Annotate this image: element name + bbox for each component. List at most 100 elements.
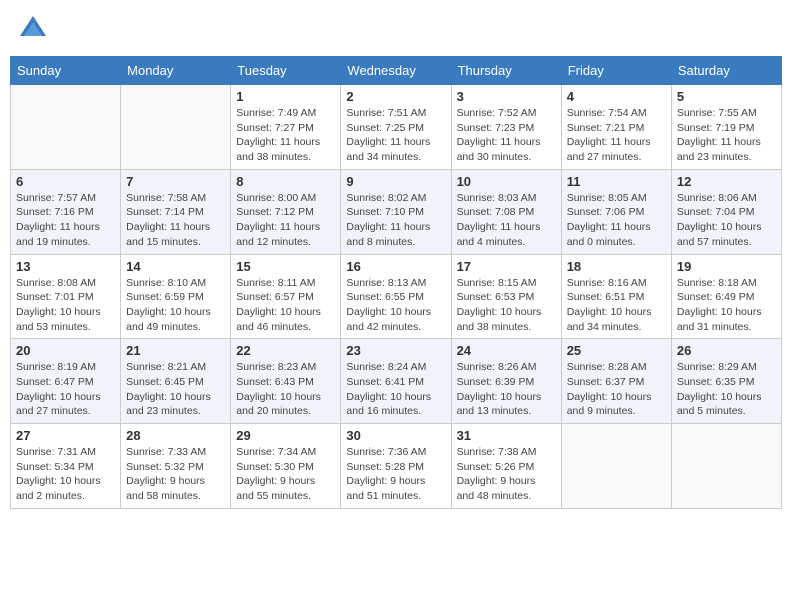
day-number: 22 [236, 343, 335, 358]
calendar-cell: 3Sunrise: 7:52 AM Sunset: 7:23 PM Daylig… [451, 85, 561, 170]
calendar-cell: 26Sunrise: 8:29 AM Sunset: 6:35 PM Dayli… [671, 339, 781, 424]
day-content: Sunrise: 8:13 AM Sunset: 6:55 PM Dayligh… [346, 276, 445, 335]
day-number: 5 [677, 89, 776, 104]
day-number: 12 [677, 174, 776, 189]
calendar-cell: 24 Sunrise: 8:26 AM Sunset: 6:39 PM Dayli… [451, 339, 561, 424]
calendar-cell: 11 Sunrise: 8:05 AM Sunset: 7:06 PM Dayli… [561, 169, 671, 254]
day-number: 18 [567, 259, 666, 274]
day-number: 8 [236, 174, 335, 189]
day-number: 11 [567, 174, 666, 189]
day-number: 20 [16, 343, 115, 358]
day-content: Sunrise: 7:38 AM Sunset: 5:26 PM Dayligh… [457, 445, 556, 504]
day-content: Sunrise: 8:24 AM Sunset: 6:41 PM Dayligh… [346, 360, 445, 419]
calendar-cell: 18 Sunrise: 8:16 AM Sunset: 6:51 PM Dayli… [561, 254, 671, 339]
day-content: Sunrise: 7:51 AM Sunset: 7:25 PM Dayligh… [346, 106, 445, 165]
day-number: 31 [457, 428, 556, 443]
calendar-cell: 25 Sunrise: 8:28 AM Sunset: 6:37 PM Dayli… [561, 339, 671, 424]
calendar-cell: 22 Sunrise: 8:23 AM Sunset: 6:43 PM Dayli… [231, 339, 341, 424]
day-content: Sunrise: 8:15 AM Sunset: 6:53 PM Dayligh… [457, 276, 556, 335]
day-number: 4 [567, 89, 666, 104]
calendar-cell: 4 Sunrise: 7:54 AM Sunset: 7:21 PM Daylig… [561, 85, 671, 170]
calendar-cell: 8 Sunrise: 8:00 AM Sunset: 7:12 PM Daylig… [231, 169, 341, 254]
calendar-week-row: 1 Sunrise: 7:49 AM Sunset: 7:27 PM Daylig… [11, 85, 782, 170]
day-number: 15 [236, 259, 335, 274]
day-number: 24 [457, 343, 556, 358]
calendar-cell: 28 Sunrise: 7:33 AM Sunset: 5:32 PM Dayli… [121, 424, 231, 509]
day-content: Sunrise: 7:33 AM Sunset: 5:32 PM Dayligh… [126, 445, 225, 504]
calendar-cell: 30Sunrise: 7:36 AM Sunset: 5:28 PM Dayli… [341, 424, 451, 509]
calendar-week-row: 27 Sunrise: 7:31 AM Sunset: 5:34 PM Dayli… [11, 424, 782, 509]
calendar-cell: 13 Sunrise: 8:08 AM Sunset: 7:01 PM Dayli… [11, 254, 121, 339]
calendar-cell: 17 Sunrise: 8:15 AM Sunset: 6:53 PM Dayli… [451, 254, 561, 339]
column-header-wednesday: Wednesday [341, 57, 451, 85]
day-number: 23 [346, 343, 445, 358]
day-number: 14 [126, 259, 225, 274]
day-content: Sunrise: 8:19 AM Sunset: 6:47 PM Dayligh… [16, 360, 115, 419]
day-content: Sunrise: 8:03 AM Sunset: 7:08 PM Dayligh… [457, 191, 556, 250]
day-number: 1 [236, 89, 335, 104]
calendar-cell: 9 Sunrise: 8:02 AM Sunset: 7:10 PM Daylig… [341, 169, 451, 254]
day-number: 26 [677, 343, 776, 358]
day-number: 30 [346, 428, 445, 443]
day-content: Sunrise: 8:10 AM Sunset: 6:59 PM Dayligh… [126, 276, 225, 335]
column-header-monday: Monday [121, 57, 231, 85]
day-number: 21 [126, 343, 225, 358]
calendar-cell: 19Sunrise: 8:18 AM Sunset: 6:49 PM Dayli… [671, 254, 781, 339]
day-content: Sunrise: 7:34 AM Sunset: 5:30 PM Dayligh… [236, 445, 335, 504]
day-content: Sunrise: 7:54 AM Sunset: 7:21 PM Dayligh… [567, 106, 666, 165]
day-number: 2 [346, 89, 445, 104]
day-number: 28 [126, 428, 225, 443]
day-content: Sunrise: 8:21 AM Sunset: 6:45 PM Dayligh… [126, 360, 225, 419]
calendar-week-row: 13 Sunrise: 8:08 AM Sunset: 7:01 PM Dayli… [11, 254, 782, 339]
calendar-cell: 29 Sunrise: 7:34 AM Sunset: 5:30 PM Dayli… [231, 424, 341, 509]
day-number: 17 [457, 259, 556, 274]
calendar-cell [11, 85, 121, 170]
day-content: Sunrise: 8:02 AM Sunset: 7:10 PM Dayligh… [346, 191, 445, 250]
calendar-cell: 10 Sunrise: 8:03 AM Sunset: 7:08 PM Dayli… [451, 169, 561, 254]
calendar-week-row: 20 Sunrise: 8:19 AM Sunset: 6:47 PM Dayli… [11, 339, 782, 424]
logo [18, 14, 52, 44]
day-content: Sunrise: 8:26 AM Sunset: 6:39 PM Dayligh… [457, 360, 556, 419]
day-number: 7 [126, 174, 225, 189]
day-content: Sunrise: 7:57 AM Sunset: 7:16 PM Dayligh… [16, 191, 115, 250]
calendar-cell: 16 Sunrise: 8:13 AM Sunset: 6:55 PM Dayli… [341, 254, 451, 339]
calendar-table: SundayMondayTuesdayWednesdayThursdayFrid… [10, 56, 782, 509]
day-number: 16 [346, 259, 445, 274]
calendar-cell: 23 Sunrise: 8:24 AM Sunset: 6:41 PM Dayli… [341, 339, 451, 424]
day-content: Sunrise: 8:23 AM Sunset: 6:43 PM Dayligh… [236, 360, 335, 419]
day-content: Sunrise: 8:00 AM Sunset: 7:12 PM Dayligh… [236, 191, 335, 250]
column-header-tuesday: Tuesday [231, 57, 341, 85]
day-content: Sunrise: 7:52 AM Sunset: 7:23 PM Dayligh… [457, 106, 556, 165]
day-content: Sunrise: 7:49 AM Sunset: 7:27 PM Dayligh… [236, 106, 335, 165]
calendar-cell: 5 Sunrise: 7:55 AM Sunset: 7:19 PM Daylig… [671, 85, 781, 170]
day-content: Sunrise: 8:05 AM Sunset: 7:06 PM Dayligh… [567, 191, 666, 250]
day-content: Sunrise: 8:16 AM Sunset: 6:51 PM Dayligh… [567, 276, 666, 335]
day-content: Sunrise: 7:31 AM Sunset: 5:34 PM Dayligh… [16, 445, 115, 504]
calendar-cell: 7Sunrise: 7:58 AM Sunset: 7:14 PM Daylig… [121, 169, 231, 254]
calendar-cell: 14 Sunrise: 8:10 AM Sunset: 6:59 PM Dayli… [121, 254, 231, 339]
day-number: 25 [567, 343, 666, 358]
calendar-cell: 21 Sunrise: 8:21 AM Sunset: 6:45 PM Dayli… [121, 339, 231, 424]
day-content: Sunrise: 8:28 AM Sunset: 6:37 PM Dayligh… [567, 360, 666, 419]
day-number: 9 [346, 174, 445, 189]
calendar-header-row: SundayMondayTuesdayWednesdayThursdayFrid… [11, 57, 782, 85]
day-content: Sunrise: 8:08 AM Sunset: 7:01 PM Dayligh… [16, 276, 115, 335]
calendar-cell: 15Sunrise: 8:11 AM Sunset: 6:57 PM Dayli… [231, 254, 341, 339]
calendar-cell: 31 Sunrise: 7:38 AM Sunset: 5:26 PM Dayli… [451, 424, 561, 509]
day-content: Sunrise: 8:18 AM Sunset: 6:49 PM Dayligh… [677, 276, 776, 335]
calendar-cell [561, 424, 671, 509]
day-content: Sunrise: 7:55 AM Sunset: 7:19 PM Dayligh… [677, 106, 776, 165]
calendar-cell [121, 85, 231, 170]
calendar-cell [671, 424, 781, 509]
column-header-saturday: Saturday [671, 57, 781, 85]
calendar-cell: 12Sunrise: 8:06 AM Sunset: 7:04 PM Dayli… [671, 169, 781, 254]
day-number: 29 [236, 428, 335, 443]
calendar-cell: 2 Sunrise: 7:51 AM Sunset: 7:25 PM Daylig… [341, 85, 451, 170]
day-number: 27 [16, 428, 115, 443]
logo-icon [18, 14, 48, 44]
column-header-thursday: Thursday [451, 57, 561, 85]
calendar-cell: 20 Sunrise: 8:19 AM Sunset: 6:47 PM Dayli… [11, 339, 121, 424]
column-header-sunday: Sunday [11, 57, 121, 85]
day-number: 10 [457, 174, 556, 189]
day-number: 13 [16, 259, 115, 274]
